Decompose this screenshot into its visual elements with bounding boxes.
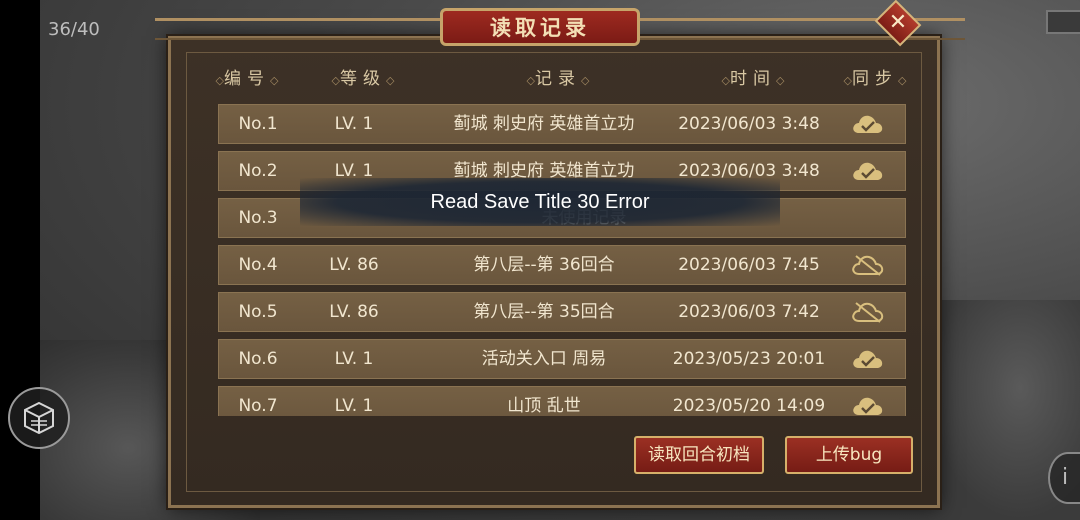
info-button[interactable]: i — [1048, 452, 1080, 504]
slot-number: No.3 — [238, 208, 278, 228]
load-initial-turn-button[interactable]: 读取回合初档 — [634, 436, 764, 474]
slot-number: No.6 — [238, 349, 278, 369]
slot-time: 2023/05/23 20:01 — [672, 349, 826, 369]
synced-cloud-icon — [853, 350, 883, 368]
dialog-title-plaque: 读取记录 — [440, 8, 640, 46]
slot-level: LV. 86 — [329, 255, 379, 275]
dialog-title: 读取记录 — [490, 16, 590, 40]
toast-message: Read Save Title 30 Error — [430, 190, 650, 213]
slot-record: 蓟城 刺史府 英雄首立功 — [453, 114, 635, 134]
slot-record: 第八层--第 36回合 — [473, 255, 615, 275]
slot-number: No.5 — [238, 302, 278, 322]
slot-level: LV. 1 — [334, 396, 374, 416]
slot-number: No.4 — [238, 255, 278, 275]
error-toast: Read Save Title 30 Error — [300, 178, 780, 226]
column-header-sync: ◇同步◇ — [843, 69, 907, 89]
column-header-record: ◇记录◇ — [526, 69, 590, 89]
slot-number: No.2 — [238, 161, 278, 181]
synced-cloud-icon — [853, 162, 883, 180]
column-header-time: ◇时间◇ — [721, 69, 785, 89]
slot-time: 2023/06/03 7:42 — [678, 302, 820, 322]
slot-time: 2023/06/03 7:45 — [678, 255, 820, 275]
save-slot-row[interactable]: No.7 LV. 1 山顶 乱世 2023/05/20 14:09 — [218, 386, 906, 416]
slot-level: LV. 86 — [329, 302, 379, 322]
save-slot-row[interactable]: No.6 LV. 1 活动关入口 周易 2023/05/23 20:01 — [218, 339, 906, 379]
save-slot-list[interactable]: No.1 LV. 1 蓟城 刺史府 英雄首立功 2023/06/03 3:48 … — [218, 104, 908, 416]
close-icon[interactable]: ✕ — [880, 8, 916, 38]
synced-cloud-icon — [853, 397, 883, 415]
top-right-tab[interactable] — [1046, 10, 1080, 34]
slot-level: LV. 1 — [334, 114, 374, 134]
cube-menu-button[interactable] — [8, 387, 70, 449]
column-header-number: ◇编号◇ — [215, 69, 279, 89]
slot-time: 2023/06/03 3:48 — [678, 114, 820, 134]
slot-number: No.1 — [238, 114, 278, 134]
unsynced-cloud-icon — [852, 255, 884, 276]
unsynced-cloud-icon — [852, 302, 884, 323]
upload-bug-button[interactable]: 上传bug — [785, 436, 913, 474]
save-slot-row[interactable]: No.5 LV. 86 第八层--第 35回合 2023/06/03 7:42 — [218, 292, 906, 332]
save-slot-row[interactable]: No.4 LV. 86 第八层--第 36回合 2023/06/03 7:45 — [218, 245, 906, 285]
save-slot-row[interactable]: No.1 LV. 1 蓟城 刺史府 英雄首立功 2023/06/03 3:48 — [218, 104, 906, 144]
synced-cloud-icon — [853, 115, 883, 133]
slot-record: 活动关入口 周易 — [481, 349, 607, 369]
page-counter: 36/40 — [48, 19, 100, 40]
cube-icon — [24, 401, 54, 435]
slot-level: LV. 1 — [334, 349, 374, 369]
slot-number: No.7 — [238, 396, 278, 416]
slot-time: 2023/05/20 14:09 — [672, 396, 826, 416]
slot-record: 第八层--第 35回合 — [473, 302, 615, 322]
column-header-level: ◇等级◇ — [331, 69, 395, 89]
slot-record: 山顶 乱世 — [507, 396, 581, 416]
